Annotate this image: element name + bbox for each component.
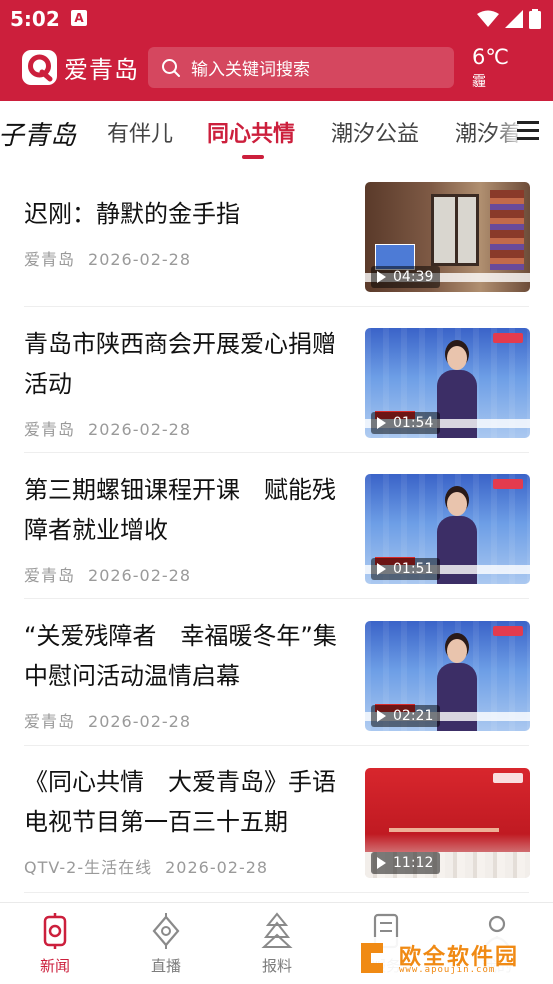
nav-report[interactable]: 报料 <box>237 911 317 976</box>
news-date: 2026-02-28 <box>88 712 191 731</box>
divider <box>24 892 529 893</box>
news-source: 爱青岛 <box>24 712 76 731</box>
thumb-door <box>431 194 479 266</box>
thumb-shelf <box>490 190 524 270</box>
video-duration: 01:51 <box>371 558 441 580</box>
app-header: 5:02 A 爱青岛 输入关键词搜索 6℃ 霾 <box>0 0 553 101</box>
logo-mark-icon <box>22 50 57 85</box>
news-item[interactable]: 迟刚：静默的金手指 爱青岛 2026-02-28 04:39 <box>0 161 553 307</box>
duration-text: 01:51 <box>393 561 434 577</box>
active-tab-indicator <box>242 155 264 159</box>
system-icons <box>477 9 541 29</box>
duration-text: 11:12 <box>393 855 434 871</box>
battery-icon <box>529 9 541 29</box>
video-duration: 11:12 <box>371 852 441 874</box>
nav-label: 新闻 <box>39 957 70 975</box>
video-duration: 02:21 <box>371 705 441 727</box>
nav-label: 报料 <box>261 957 292 975</box>
video-thumbnail[interactable]: 01:54 <box>365 328 530 438</box>
search-icon <box>162 58 180 77</box>
signal-icon <box>505 10 523 28</box>
thumb-subtitle-art <box>389 828 499 832</box>
news-icon <box>38 911 72 951</box>
news-title[interactable]: 第三期螺钿课程开课 赋能残障者就业增收 <box>24 470 349 550</box>
video-duration: 04:39 <box>371 266 441 288</box>
news-source: 爱青岛 <box>24 250 76 269</box>
video-thumbnail[interactable]: 04:39 <box>365 182 530 292</box>
nav-label: 直播 <box>150 957 181 975</box>
weather-temperature: 6℃ <box>472 45 509 69</box>
news-title[interactable]: 《同心共情 大爱青岛》手语电视节目第一百三十五期 <box>24 762 349 842</box>
news-meta: 爱青岛 2026-02-28 <box>24 562 191 586</box>
app-name: 爱青岛 <box>64 56 139 84</box>
news-title[interactable]: 青岛市陕西商会开展爱心捐赠活动 <box>24 324 349 404</box>
video-thumbnail[interactable]: 02:21 <box>365 621 530 731</box>
nav-live[interactable]: 直播 <box>126 911 206 976</box>
news-meta: QTV-2-生活在线 2026-02-28 <box>24 854 268 878</box>
news-date: 2026-02-28 <box>88 566 191 585</box>
video-thumbnail[interactable]: 11:12 <box>365 768 530 878</box>
menu-line-icon <box>517 129 539 132</box>
news-date: 2026-02-28 <box>165 858 269 877</box>
duration-text: 04:39 <box>393 269 434 285</box>
menu-line-icon <box>517 137 539 140</box>
weather-widget[interactable]: 6℃ 霾 <box>472 44 509 92</box>
tab-brand[interactable]: 子青岛 <box>0 115 76 152</box>
play-icon <box>377 857 386 869</box>
weather-condition: 霾 <box>472 74 486 90</box>
play-icon <box>377 563 386 575</box>
thumb-anchor-head <box>447 492 467 516</box>
thumb-logo <box>493 479 523 489</box>
thumb-logo <box>493 333 523 343</box>
news-item[interactable]: “关爱残障者 幸福暖冬年”集中慰问活动温情启幕 爱青岛 2026-02-28 02… <box>0 599 553 746</box>
news-meta: 爱青岛 2026-02-28 <box>24 708 191 732</box>
thumb-anchor-head <box>447 639 467 663</box>
search-input[interactable]: 输入关键词搜索 <box>148 47 454 88</box>
news-item[interactable]: 青岛市陕西商会开展爱心捐赠活动 爱青岛 2026-02-28 01:54 <box>0 307 553 453</box>
wifi-icon <box>477 10 499 27</box>
news-date: 2026-02-28 <box>88 250 191 269</box>
live-icon <box>149 911 183 951</box>
watermark-logo-icon <box>357 939 393 977</box>
notification-icon: A <box>71 10 87 26</box>
search-placeholder: 输入关键词搜索 <box>191 60 310 80</box>
menu-line-icon <box>517 121 539 124</box>
duration-text: 01:54 <box>393 415 434 431</box>
watermark: 欧全软件园 www.apoujin.com <box>355 937 547 979</box>
tab-tongxin-gongqing[interactable]: 同心共情 <box>207 116 295 148</box>
status-bar: 5:02 A <box>0 0 553 38</box>
duration-text: 02:21 <box>393 708 434 724</box>
app-logo[interactable]: 爱青岛 <box>22 50 139 85</box>
news-meta: 爱青岛 2026-02-28 <box>24 246 191 270</box>
video-duration: 01:54 <box>371 412 441 434</box>
news-title[interactable]: “关爱残障者 幸福暖冬年”集中慰问活动温情启幕 <box>24 616 349 696</box>
news-source: 爱青岛 <box>24 420 76 439</box>
news-date: 2026-02-28 <box>88 420 191 439</box>
news-source: 爱青岛 <box>24 566 76 585</box>
news-meta: 爱青岛 2026-02-28 <box>24 416 191 440</box>
news-item[interactable]: 第三期螺钿课程开课 赋能残障者就业增收 爱青岛 2026-02-28 01:51 <box>0 453 553 599</box>
channel-menu-button[interactable] <box>517 120 541 142</box>
thumb-logo <box>493 626 523 636</box>
play-icon <box>377 417 386 429</box>
thumb-logo <box>493 773 523 783</box>
thumb-anchor-head <box>447 346 467 370</box>
news-source: QTV-2-生活在线 <box>24 858 153 877</box>
nav-news[interactable]: 新闻 <box>15 911 95 976</box>
play-icon <box>377 710 386 722</box>
report-icon <box>260 911 294 951</box>
channel-tabs: 子青岛 有伴儿 同心共情 潮汐公益 潮汐着 <box>0 101 553 161</box>
video-thumbnail[interactable]: 01:51 <box>365 474 530 584</box>
news-item[interactable]: 《同心共情 大爱青岛》手语电视节目第一百三十五期 QTV-2-生活在线 2026-… <box>0 746 553 893</box>
tab-chaoxi-gongyi[interactable]: 潮汐公益 <box>331 116 419 148</box>
watermark-url: www.apoujin.com <box>399 965 496 975</box>
play-icon <box>377 271 386 283</box>
tab-youbaner[interactable]: 有伴儿 <box>107 116 173 148</box>
status-time: 5:02 <box>10 7 60 31</box>
news-title[interactable]: 迟刚：静默的金手指 <box>24 194 349 234</box>
